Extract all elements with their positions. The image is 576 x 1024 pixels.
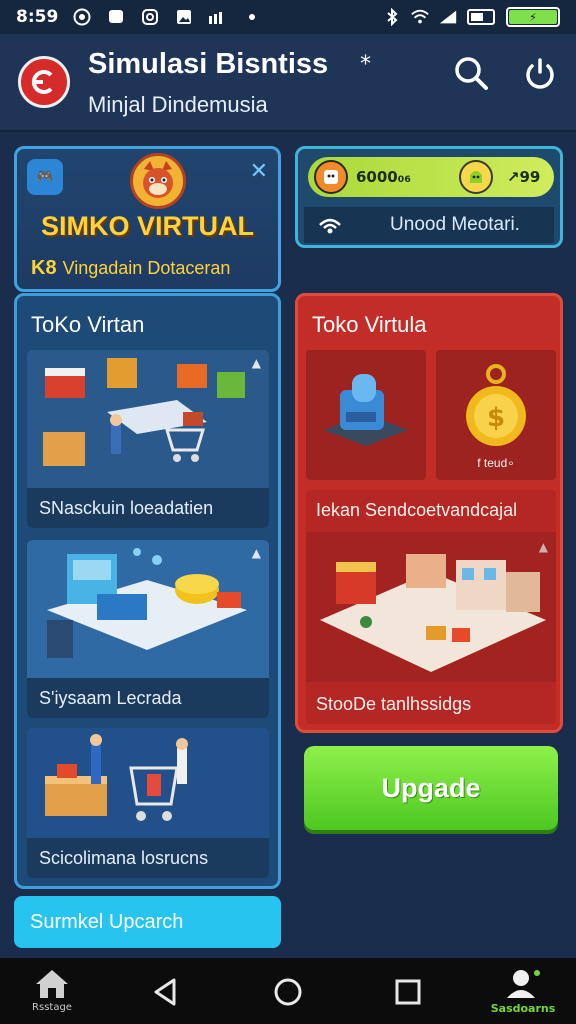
square-recents-icon	[395, 979, 421, 1005]
coin-tile-label: f teud∘	[477, 456, 515, 470]
nav-home-label: Rsstage	[32, 1002, 72, 1013]
dot-icon	[242, 7, 262, 27]
nav-back-button[interactable]	[150, 976, 182, 1008]
cash-register-icon	[324, 374, 408, 446]
profile-icon	[507, 970, 540, 998]
nav-profile-label: Sasdoarns	[490, 1002, 556, 1015]
gem-icon	[458, 160, 493, 194]
shop-coin-icon	[314, 160, 348, 194]
shop-tile-cart[interactable]: Scicolimana losrucns	[27, 728, 269, 878]
star-icon: *	[360, 52, 371, 77]
search-button[interactable]	[452, 54, 492, 94]
status-bar: 8:59 ⚡	[0, 0, 576, 34]
whatsapp-icon	[72, 7, 92, 27]
power-icon	[526, 58, 554, 89]
upgrade-button[interactable]: Upgade	[304, 746, 558, 830]
back-arrow-icon	[31, 70, 53, 94]
city-scene-icon	[306, 532, 556, 682]
left-shop-title: ToKo Virtan	[31, 312, 145, 337]
banner-title: SIMKO VIRTUAL	[41, 211, 254, 241]
app-header: Simulasi Bisntiss * Minjal Dindemusia	[0, 34, 576, 132]
nav-recents-button[interactable]	[394, 978, 422, 1006]
showroom-scene-icon	[47, 548, 247, 658]
gold-coin-icon: $	[466, 364, 526, 446]
nav-profile-button[interactable]: Sasdoarns	[488, 968, 558, 1020]
game-badge-icon: 🎮	[27, 159, 63, 195]
tile-caption: SNasckuin loeadatien	[27, 488, 269, 528]
currency-bar: 6000₀₆ ↗99	[308, 157, 554, 197]
promo-banner[interactable]: 🎮 ✕ SIMKO VIRTUAL K8 Vingadain Dotaceran	[14, 146, 281, 292]
action-label: Unood Meotari.	[390, 214, 520, 235]
city-caption-bottom: StooDe tanlhssidgs	[316, 694, 472, 714]
tile-caption: S'iysaam Lecrada	[27, 678, 269, 718]
triangle-back-icon	[154, 978, 176, 1006]
shop-tile-coin[interactable]: $ f teud∘	[436, 350, 556, 480]
cell-signal-icon	[438, 7, 458, 27]
left-shop-panel: ToKo Virtan ▲ SNasckuin loeadatien ▲ S'i…	[14, 293, 281, 889]
shop-tile-showroom[interactable]: ▲ S'iysaam Lecrada	[27, 540, 269, 718]
shop-tile-warehouse[interactable]: ▲ SNasckuin loeadatien	[27, 350, 269, 528]
nav-home-circle-button[interactable]	[272, 976, 304, 1008]
banner-sub-prefix: K8	[31, 257, 57, 279]
tile-caption: Scicolimana losrucns	[27, 838, 269, 878]
home-icon	[36, 970, 68, 998]
close-icon[interactable]: ✕	[250, 159, 268, 184]
banner-subtitle-row: K8 Vingadain Dotaceran	[31, 257, 230, 280]
nav-home-button[interactable]: Rsstage	[28, 968, 76, 1020]
circle-home-icon	[274, 978, 302, 1006]
connection-icon	[304, 207, 356, 243]
search-icon	[455, 57, 488, 90]
gallery-icon	[174, 7, 194, 27]
svg-text:$: $	[487, 403, 505, 433]
mascot-avatar	[130, 153, 186, 209]
right-shop-panel: Toko Virtula $ f teud∘ Iekan Sendcoetvan…	[295, 293, 563, 733]
chat-icon	[106, 7, 126, 27]
warehouse-scene-icon	[43, 358, 245, 466]
signal-bars-small-icon	[208, 7, 228, 27]
bluetooth-icon	[382, 7, 402, 27]
search-shop-button[interactable]: Surmkel Upcarch	[14, 896, 281, 948]
shopping-cart-scene-icon	[45, 734, 188, 821]
power-button[interactable]	[520, 54, 560, 94]
stats-card: 6000₀₆ ↗99 Unood Meotari.	[295, 146, 563, 248]
banner-subtitle: Vingadain Dotaceran	[62, 258, 231, 278]
shop-tile-city[interactable]: Iekan Sendcoetvandcajal ▲ StooDe tanlhss…	[306, 490, 556, 724]
action-row[interactable]: Unood Meotari.	[304, 207, 554, 243]
wifi-icon	[410, 7, 430, 27]
right-shop-title: Toko Virtula	[312, 312, 427, 337]
page-subtitle: Minjal Dindemusia	[88, 92, 268, 117]
page-title: Simulasi Bisntiss	[88, 48, 329, 80]
navigation-bar: Rsstage Sasdoarns	[0, 958, 576, 1024]
instagram-icon	[140, 7, 160, 27]
back-button[interactable]	[18, 56, 70, 108]
status-time: 8:59	[16, 7, 59, 27]
battery-outline-icon	[466, 7, 498, 27]
coin-balance: 6000₀₆	[356, 168, 411, 186]
gem-balance: ↗99	[506, 168, 541, 186]
shop-tile-register[interactable]	[306, 350, 426, 480]
battery-charge-label: ⚡	[509, 10, 557, 24]
city-caption-top: Iekan Sendcoetvandcajal	[316, 500, 518, 520]
battery-indicator: ⚡	[506, 7, 560, 27]
